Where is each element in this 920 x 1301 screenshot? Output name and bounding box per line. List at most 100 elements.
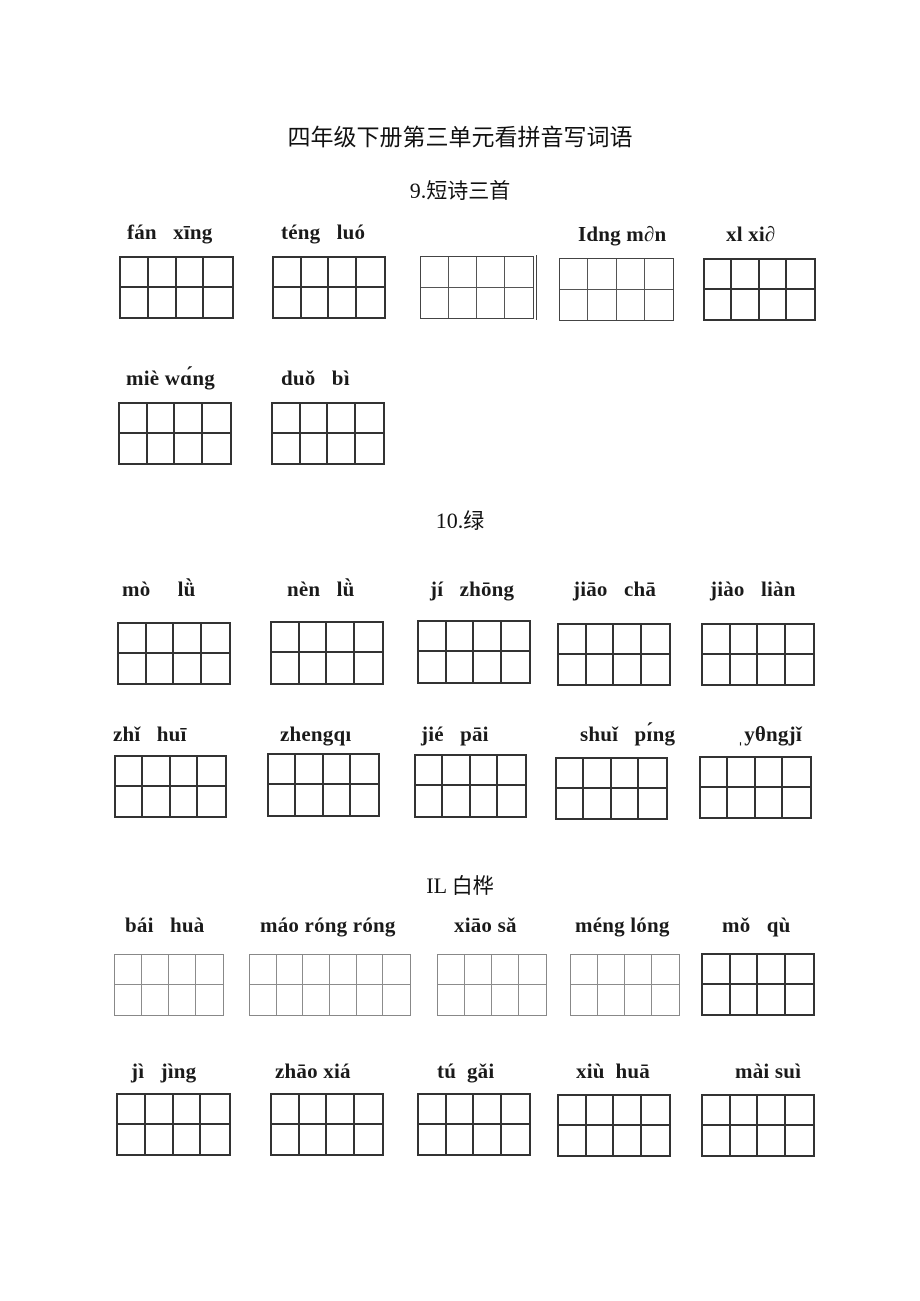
writing-grid[interactable] [114, 755, 227, 818]
writing-cell[interactable] [560, 289, 589, 320]
writing-cell[interactable] [146, 624, 174, 654]
writing-cell[interactable] [119, 624, 147, 654]
writing-cell[interactable] [201, 1125, 229, 1155]
writing-cell[interactable] [730, 625, 758, 655]
writing-cell[interactable] [728, 787, 756, 817]
writing-cell[interactable] [299, 623, 327, 653]
writing-cell[interactable] [465, 955, 492, 985]
writing-grid[interactable] [417, 620, 531, 684]
writing-cell[interactable] [505, 288, 533, 319]
writing-cell[interactable] [557, 759, 585, 789]
writing-cell[interactable] [571, 985, 598, 1015]
writing-cell[interactable] [273, 404, 301, 434]
writing-cell[interactable] [329, 955, 357, 985]
writing-grid[interactable] [119, 256, 234, 319]
writing-cell[interactable] [614, 1096, 642, 1126]
writing-cell[interactable] [447, 1124, 474, 1154]
writing-cell[interactable] [758, 625, 786, 655]
writing-cell[interactable] [474, 652, 502, 682]
writing-cell[interactable] [587, 1125, 614, 1155]
writing-cell[interactable] [272, 623, 300, 653]
writing-cell[interactable] [419, 652, 447, 682]
writing-cell[interactable] [327, 653, 355, 683]
writing-cell[interactable] [419, 622, 447, 652]
writing-cell[interactable] [354, 623, 382, 653]
writing-cell[interactable] [560, 259, 589, 290]
writing-cell[interactable] [177, 287, 205, 317]
writing-cell[interactable] [303, 985, 330, 1015]
writing-cell[interactable] [571, 955, 598, 985]
writing-grid[interactable] [437, 954, 547, 1016]
writing-cell[interactable] [703, 1096, 731, 1126]
writing-cell[interactable] [447, 652, 474, 682]
writing-grid[interactable] [114, 954, 224, 1016]
writing-cell[interactable] [557, 788, 585, 818]
writing-cell[interactable] [470, 756, 498, 786]
writing-cell[interactable] [501, 622, 529, 652]
writing-cell[interactable] [625, 955, 652, 985]
writing-cell[interactable] [785, 625, 813, 655]
writing-cell[interactable] [142, 985, 169, 1015]
writing-cell[interactable] [383, 985, 410, 1015]
writing-cell[interactable] [300, 1124, 327, 1154]
writing-cell[interactable] [272, 1124, 300, 1154]
writing-cell[interactable] [351, 785, 378, 815]
writing-grid[interactable] [701, 1094, 815, 1157]
writing-cell[interactable] [201, 624, 229, 654]
writing-cell[interactable] [728, 758, 756, 788]
writing-grid[interactable] [703, 258, 816, 321]
writing-cell[interactable] [204, 288, 232, 318]
writing-cell[interactable] [327, 1124, 355, 1154]
writing-grid[interactable] [270, 621, 384, 685]
writing-cell[interactable] [588, 289, 617, 320]
writing-cell[interactable] [302, 287, 329, 317]
writing-cell[interactable] [357, 985, 384, 1015]
writing-cell[interactable] [787, 290, 814, 320]
writing-cell[interactable] [446, 622, 474, 652]
writing-cell[interactable] [196, 985, 223, 1015]
writing-cell[interactable] [782, 758, 810, 788]
writing-grid[interactable] [559, 258, 674, 321]
writing-cell[interactable] [355, 1125, 383, 1155]
writing-cell[interactable] [330, 985, 357, 1015]
writing-cell[interactable] [419, 1124, 447, 1154]
writing-cell[interactable] [492, 985, 519, 1015]
writing-cell[interactable] [438, 985, 465, 1015]
writing-cell[interactable] [785, 1096, 813, 1126]
writing-cell[interactable] [598, 985, 625, 1015]
writing-cell[interactable] [201, 1095, 229, 1125]
writing-cell[interactable] [758, 1125, 786, 1155]
writing-cell[interactable] [143, 786, 171, 816]
writing-cell[interactable] [642, 1126, 670, 1156]
writing-cell[interactable] [421, 257, 449, 288]
writing-cell[interactable] [638, 759, 666, 789]
writing-cell[interactable] [786, 1126, 814, 1156]
writing-cell[interactable] [277, 985, 304, 1015]
writing-cell[interactable] [701, 787, 729, 817]
writing-cell[interactable] [498, 786, 525, 816]
writing-cell[interactable] [121, 258, 149, 288]
writing-grid[interactable] [701, 623, 815, 686]
writing-grid[interactable] [118, 402, 232, 465]
writing-cell[interactable] [471, 786, 498, 816]
writing-cell[interactable] [474, 622, 502, 652]
writing-cell[interactable] [758, 1096, 786, 1126]
writing-cell[interactable] [416, 756, 444, 786]
writing-grid[interactable] [555, 757, 668, 820]
writing-cell[interactable] [329, 258, 357, 288]
writing-cell[interactable] [328, 404, 356, 434]
writing-cell[interactable] [505, 257, 533, 288]
writing-cell[interactable] [203, 434, 231, 464]
writing-cell[interactable] [115, 955, 142, 985]
writing-cell[interactable] [269, 785, 297, 815]
writing-cell[interactable] [273, 433, 301, 463]
writing-cell[interactable] [143, 757, 171, 787]
writing-cell[interactable] [174, 653, 202, 683]
writing-cell[interactable] [785, 955, 813, 985]
writing-cell[interactable] [474, 1095, 502, 1125]
writing-cell[interactable] [474, 1124, 502, 1154]
writing-cell[interactable] [202, 654, 230, 684]
writing-cell[interactable] [732, 260, 760, 290]
writing-grid[interactable] [116, 1093, 231, 1156]
writing-cell[interactable] [329, 287, 357, 317]
